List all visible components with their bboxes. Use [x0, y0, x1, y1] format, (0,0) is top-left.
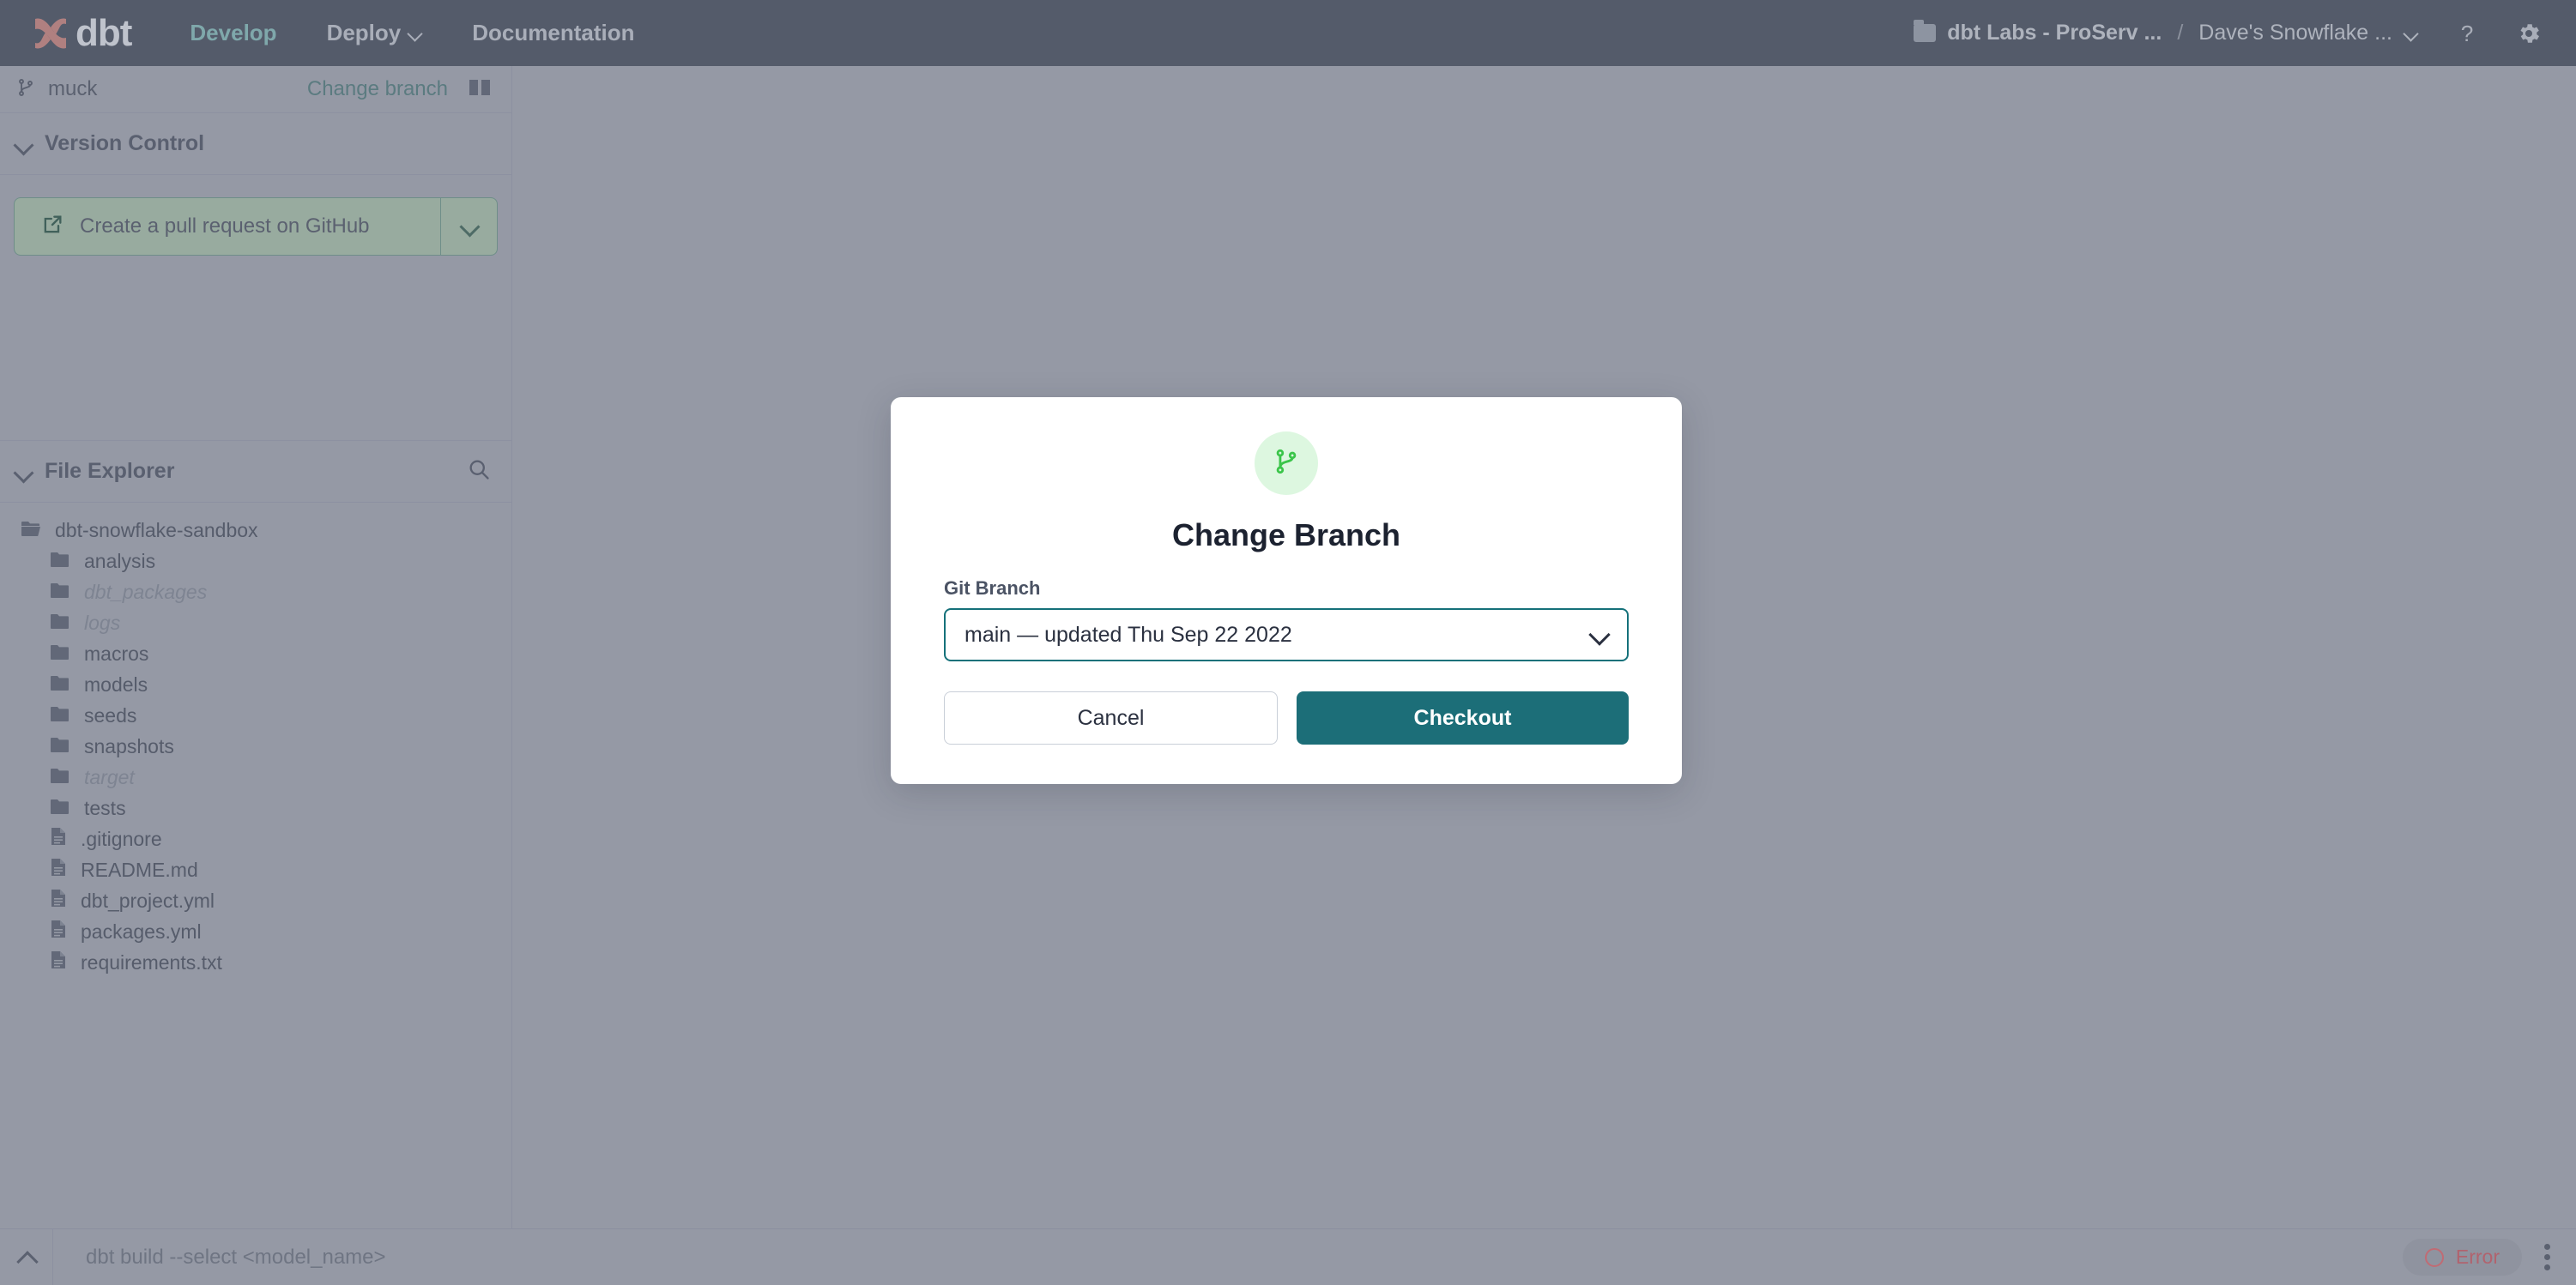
git-branch-select[interactable]: main — updated Thu Sep 22 2022: [944, 608, 1629, 661]
checkout-button[interactable]: Checkout: [1297, 691, 1629, 745]
chevron-down-icon: [1589, 625, 1608, 644]
git-branch-label: Git Branch: [944, 577, 1041, 599]
cancel-button[interactable]: Cancel: [944, 691, 1278, 745]
modal-icon-badge: [1255, 431, 1318, 495]
modal-title: Change Branch: [1171, 517, 1401, 552]
change-branch-modal: Change Branch Git Branch main — updated …: [891, 397, 1682, 784]
dbt-cloud-ide: dbt Develop Deploy Documentation dbt Lab…: [0, 0, 2576, 1285]
git-branch-select-value: main — updated Thu Sep 22 2022: [964, 622, 1292, 647]
modal-actions: Cancel Checkout: [944, 691, 1629, 745]
git-branch-icon: [1272, 447, 1301, 480]
